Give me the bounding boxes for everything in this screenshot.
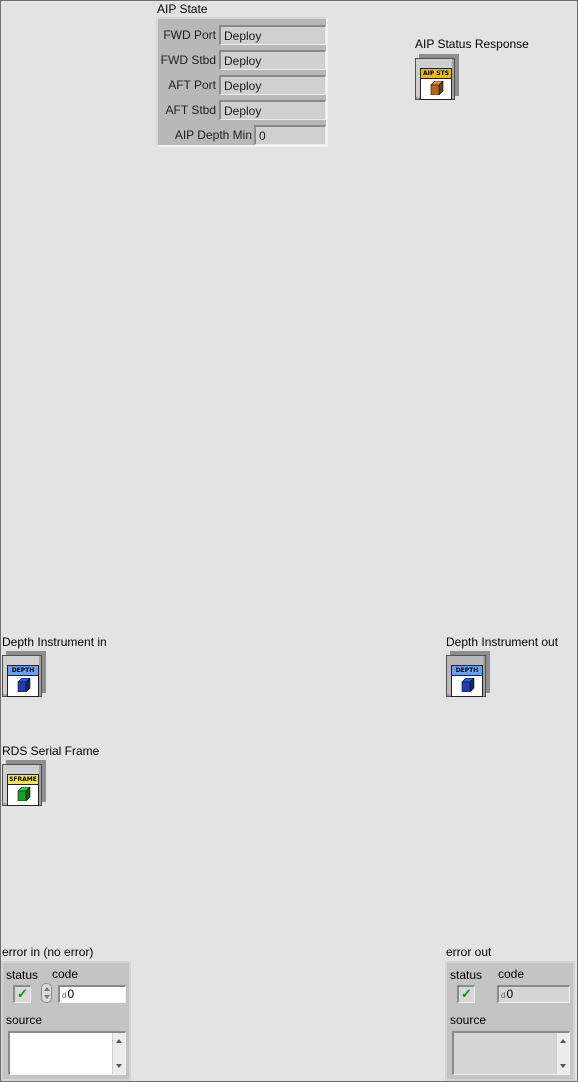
code-display: d0 [497, 985, 570, 1003]
source-label: source [6, 1013, 43, 1027]
fwd-stbd-label: FWD Stbd [160, 53, 216, 67]
code-label: code [52, 967, 79, 981]
source-display [452, 1031, 570, 1075]
code-label: code [498, 967, 525, 981]
source-label: source [450, 1013, 487, 1027]
status-indicator: ✓ [457, 985, 475, 1003]
aft-stbd-label: AFT Stbd [165, 103, 216, 117]
code-increment-decrement[interactable] [41, 983, 52, 1003]
aft-port-field[interactable]: Deploy [219, 75, 326, 95]
code-value: 0 [67, 987, 75, 1001]
depth-instrument-out-label: Depth Instrument out [446, 635, 559, 649]
class-cube-icon [461, 678, 475, 692]
radix-indicator[interactable]: d [62, 991, 66, 1000]
fwd-stbd-row: FWD Stbd Deploy [158, 50, 326, 70]
aft-port-label: AFT Port [168, 78, 216, 92]
aip-depth-min-field[interactable]: 0 [254, 125, 326, 145]
source-scrollbar[interactable] [556, 1033, 569, 1074]
aip-depth-min-row: AIP Depth Min 0 [158, 125, 326, 145]
status-label: status [450, 968, 483, 982]
error-out-label: error out [446, 945, 492, 959]
aip-depth-min-label: AIP Depth Min [174, 128, 252, 142]
aip-status-response-label: AIP Status Response [415, 37, 529, 51]
code-value: 0 [506, 987, 514, 1001]
depth-instrument-in-terminal[interactable]: DEPTH [2, 651, 50, 699]
sframe-banner: SFRAME [8, 775, 38, 785]
source-scrollbar[interactable] [112, 1033, 125, 1074]
depth-banner: DEPTH [8, 666, 38, 676]
aft-port-row: AFT Port Deploy [158, 75, 326, 95]
radix-indicator[interactable]: d [501, 991, 505, 1000]
aip-sts-banner: AIP STS [421, 69, 451, 79]
fwd-port-row: FWD Port Deploy [158, 25, 326, 45]
depth-instrument-in-label: Depth Instrument in [2, 635, 107, 649]
rds-serial-frame-terminal[interactable]: SFRAME [2, 760, 50, 808]
error-in-cluster: status code ✓ d0 source [1, 961, 131, 1081]
class-cube-icon [17, 678, 31, 692]
check-icon: ✓ [461, 986, 472, 1001]
depth-banner: DEPTH [452, 666, 482, 676]
fwd-stbd-field[interactable]: Deploy [219, 50, 326, 70]
fwd-port-label: FWD Port [163, 28, 216, 42]
fwd-port-field[interactable]: Deploy [219, 25, 326, 45]
aip-state-cluster: FWD Port Deploy FWD Stbd Deploy AFT Port… [156, 17, 328, 147]
check-icon: ✓ [17, 986, 28, 1001]
aft-stbd-row: AFT Stbd Deploy [158, 100, 326, 120]
status-indicator[interactable]: ✓ [13, 985, 31, 1003]
depth-instrument-out-terminal[interactable]: DEPTH [446, 651, 494, 699]
code-input[interactable]: d0 [58, 985, 126, 1003]
class-cube-icon [430, 81, 444, 95]
aft-stbd-field[interactable]: Deploy [219, 100, 326, 120]
source-input[interactable] [8, 1031, 126, 1075]
front-panel [0, 0, 578, 1082]
status-label: status [6, 968, 39, 982]
rds-serial-frame-label: RDS Serial Frame [2, 744, 100, 758]
error-out-cluster: status code ✓ d0 source [445, 961, 575, 1081]
error-in-label: error in (no error) [2, 945, 94, 959]
class-cube-icon [17, 787, 31, 801]
aip-state-label: AIP State [157, 2, 208, 16]
aip-status-response-terminal[interactable]: AIP STS [415, 54, 463, 102]
